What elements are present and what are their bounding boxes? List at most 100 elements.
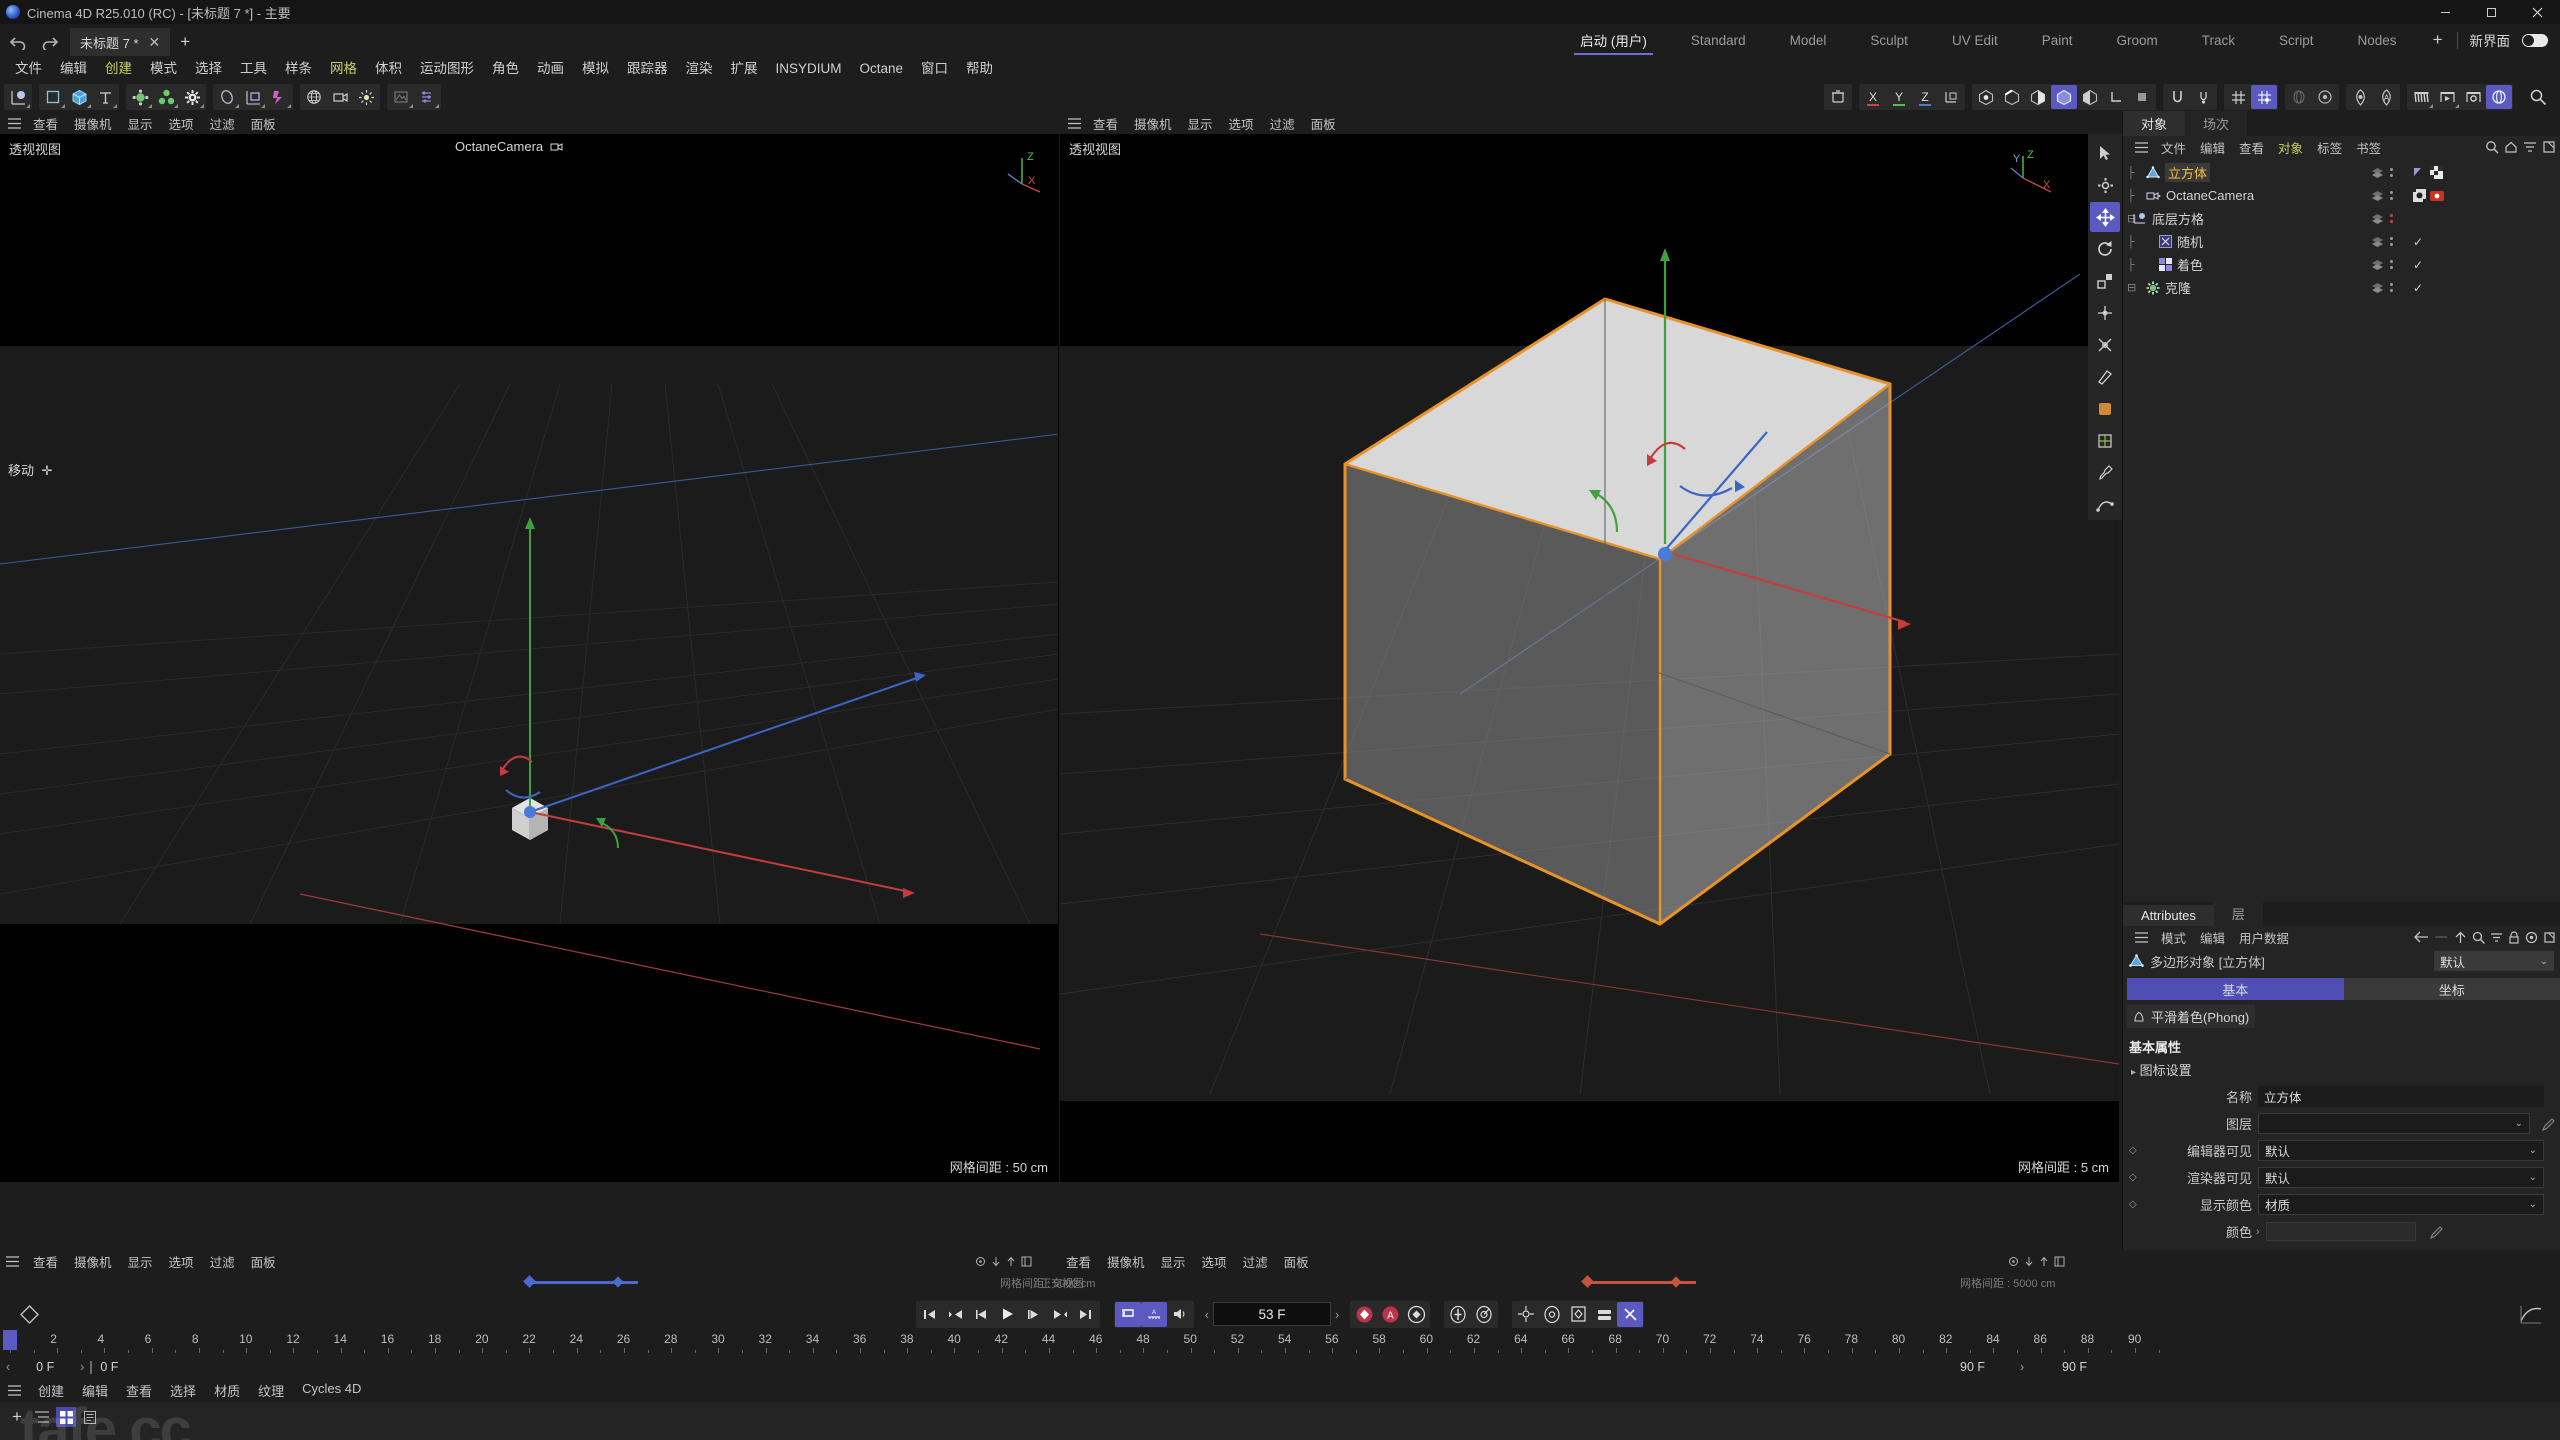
mograph-icon[interactable] — [266, 85, 292, 109]
rotation-key-icon[interactable] — [1471, 1302, 1497, 1327]
layout-tab-1[interactable]: Standard — [1669, 24, 1768, 56]
timeline-settings-icon[interactable] — [20, 1304, 39, 1324]
visibility-dots[interactable] — [2371, 259, 2393, 270]
detail-view-icon[interactable] — [80, 1407, 100, 1427]
track-key-left[interactable] — [523, 1275, 536, 1288]
chevron-down-icon[interactable]: ⌄ — [2529, 1145, 2537, 1156]
pla-key-icon[interactable] — [1513, 1302, 1539, 1327]
expand-icon[interactable] — [2542, 140, 2556, 154]
brush-tool-icon[interactable] — [2090, 458, 2120, 488]
scale-tool-icon[interactable] — [2090, 266, 2120, 296]
frame-ruler[interactable]: 0246810121416182022242628303234363840424… — [0, 1330, 2560, 1356]
object-tags[interactable]: ✓ — [2413, 281, 2423, 295]
move-tool-icon[interactable] — [2090, 202, 2120, 232]
phong-tag-button[interactable]: 平滑着色(Phong) — [2127, 1005, 2256, 1028]
object-manager-tab-1[interactable]: 场次 — [2185, 111, 2248, 136]
frame-prev-icon[interactable]: ‹ — [1201, 1307, 1213, 1322]
menu-item-1[interactable]: 编辑 — [51, 56, 96, 82]
viewport-right-menu-item-2[interactable]: 显示 — [1180, 114, 1221, 133]
redo-icon[interactable] — [41, 35, 58, 50]
pen-icon[interactable] — [2429, 1225, 2444, 1239]
viewport-right-canvas[interactable] — [1060, 134, 2119, 1182]
material-menu-item-0[interactable]: 创建 — [29, 1381, 73, 1400]
render-view-icon[interactable] — [388, 85, 414, 109]
knife-tool-icon[interactable] — [2090, 362, 2120, 392]
arrow-down-icon[interactable] — [991, 1256, 1001, 1267]
previous-key-icon[interactable] — [943, 1302, 969, 1327]
spline-pen-icon[interactable] — [127, 85, 153, 109]
list-view-icon[interactable] — [32, 1407, 52, 1427]
next-key-icon[interactable] — [1047, 1302, 1073, 1327]
timeline-right-menu-item-1[interactable]: 摄像机 — [1099, 1252, 1153, 1271]
menu-item-11[interactable]: 动画 — [528, 56, 573, 82]
camera-icon[interactable] — [327, 85, 353, 109]
menu-item-2[interactable]: 创建 — [96, 56, 141, 82]
viewport-left-menu-item-0[interactable]: 查看 — [25, 114, 66, 133]
viewport-right-menu-item-5[interactable]: 面板 — [1303, 114, 1344, 133]
move-select-icon[interactable] — [5, 85, 31, 109]
world-object-axis-icon[interactable] — [1938, 85, 1964, 109]
layout-tab-0[interactable]: 启动 (用户) — [1558, 24, 1669, 56]
attribute-value-field[interactable]: 默认 ⌄ — [2258, 1140, 2544, 1161]
object-manager-menu-item-1[interactable]: 编辑 — [2193, 138, 2232, 157]
visibility-dots[interactable] — [2371, 190, 2393, 201]
menu-item-15[interactable]: 扩展 — [722, 56, 767, 82]
subdivision-surface-icon[interactable] — [153, 85, 179, 109]
track-key-left-2[interactable] — [612, 1276, 624, 1288]
attributes-subsection[interactable]: ▸ 图标设置 — [2131, 1060, 2560, 1079]
viewport-right-menu-item-4[interactable]: 过滤 — [1262, 114, 1303, 133]
range-start-field[interactable]: 0 F — [10, 1360, 80, 1374]
back-arrow-icon[interactable] — [2414, 931, 2429, 943]
chevron-down-icon[interactable]: ⌄ — [2515, 1118, 2523, 1129]
range-prev-icon[interactable]: ‹ — [0, 1360, 10, 1374]
hamburger-icon[interactable] — [1068, 117, 1081, 129]
point-mode-icon[interactable] — [1973, 85, 1999, 109]
object-tags[interactable]: ✓ — [2413, 235, 2423, 249]
menu-item-3[interactable]: 模式 — [141, 56, 186, 82]
object-tags[interactable] — [2413, 166, 2443, 179]
timeline-left-menu-item-2[interactable]: 显示 — [120, 1252, 161, 1271]
live-selection-icon[interactable] — [2090, 138, 2120, 168]
visibility-dots[interactable] — [2371, 213, 2393, 224]
panel-icon[interactable] — [2054, 1256, 2065, 1267]
attributes-section-tab-0[interactable]: 基本 — [2127, 978, 2344, 1000]
text-spline-icon[interactable] — [92, 85, 118, 109]
animate-diamond-icon[interactable]: ◇ — [2129, 1172, 2138, 1183]
attribute-value-field[interactable]: 默认 ⌄ — [2258, 1167, 2544, 1188]
render-preview-icon[interactable] — [2408, 85, 2434, 109]
menu-item-13[interactable]: 跟踪器 — [618, 56, 677, 82]
visibility-dots[interactable] — [2371, 236, 2393, 247]
keyframe-selection-icon[interactable] — [1403, 1302, 1429, 1327]
search-icon[interactable] — [2472, 931, 2485, 944]
add-layout-button[interactable]: + — [2419, 24, 2457, 56]
workplane-snap-icon[interactable] — [2251, 85, 2277, 109]
current-frame-field[interactable]: 53 F — [1213, 1302, 1331, 1326]
cube-icon[interactable] — [66, 85, 92, 109]
timeline-tracks[interactable]: 网格间距 : 5000 cm 正交视图 网格间距 : 5000 cm — [0, 1272, 2560, 1298]
snap-settings-icon[interactable] — [2190, 85, 2216, 109]
grid-snap-icon[interactable] — [2225, 85, 2251, 109]
timeline-left-menu-item-5[interactable]: 面板 — [243, 1252, 284, 1271]
object-manager-menu-item-0[interactable]: 文件 — [2154, 138, 2193, 157]
visibility-dots[interactable] — [2371, 282, 2393, 293]
layout-tab-9[interactable]: Nodes — [2336, 24, 2419, 56]
material-menu-item-1[interactable]: 编辑 — [73, 1381, 117, 1400]
viewport-left-menu-item-5[interactable]: 面板 — [243, 114, 284, 133]
sphere-world-icon[interactable] — [301, 85, 327, 109]
maximize-button[interactable] — [2468, 0, 2514, 24]
animate-toggle-icon[interactable]: A — [2373, 85, 2399, 109]
param-key-icon[interactable] — [1539, 1302, 1565, 1327]
object-manager-menu-item-4[interactable]: 标签 — [2310, 138, 2349, 157]
transform-tool-icon[interactable] — [2090, 330, 2120, 360]
search-icon[interactable] — [2485, 140, 2499, 154]
menu-item-4[interactable]: 选择 — [186, 56, 231, 82]
viewport-right-menu-item-3[interactable]: 选项 — [1221, 114, 1262, 133]
edge-mode-selected-icon[interactable] — [2051, 85, 2077, 109]
hamburger-icon[interactable] — [2129, 141, 2154, 153]
material-menu-item-2[interactable]: 查看 — [117, 1381, 161, 1400]
material-menu-item-3[interactable]: 选择 — [161, 1381, 205, 1400]
axis-lock-x-button[interactable]: X — [1860, 85, 1886, 109]
rotate-tool-icon[interactable] — [2090, 234, 2120, 264]
deformer-icon[interactable] — [179, 85, 205, 109]
timeline-left-menu-item-1[interactable]: 摄像机 — [66, 1252, 120, 1271]
